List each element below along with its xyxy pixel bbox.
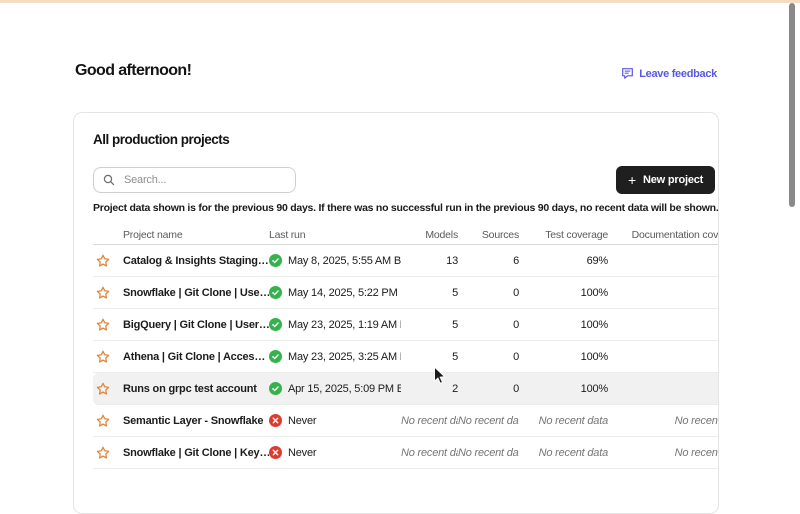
last-run-value: Never: [288, 447, 316, 459]
models-value: 13: [446, 255, 458, 267]
header-sources: Sources: [458, 229, 519, 241]
success-icon: [269, 350, 282, 363]
header-doc-coverage: Documentation coverage: [608, 229, 719, 241]
table-row[interactable]: Semantic Layer - Snowflake Never No rece…: [93, 405, 719, 437]
doc-coverage-value: No recent data: [675, 415, 719, 427]
header-models: Models: [401, 229, 458, 241]
header-project-name: Project name: [123, 229, 269, 241]
favorite-star-icon[interactable]: [96, 350, 110, 364]
sources-value: No recent data: [458, 447, 519, 459]
last-run-value: Never: [288, 415, 316, 427]
favorite-star-icon[interactable]: [96, 414, 110, 428]
table-body: Catalog & Insights Staging… May 8, 2025,…: [93, 245, 719, 469]
table-row[interactable]: Snowflake | Git Clone | Key… Never No re…: [93, 437, 719, 469]
project-link[interactable]: Snowflake | Git Clone | Use…: [123, 287, 269, 299]
table-row[interactable]: Runs on grpc test account Apr 15, 2025, …: [93, 373, 719, 405]
scrollbar-thumb[interactable]: [789, 3, 795, 207]
plus-icon: +: [628, 173, 636, 187]
top-accent-bar: [0, 0, 800, 3]
project-link[interactable]: Semantic Layer - Snowflake: [123, 415, 263, 427]
last-run-value: Apr 15, 2025, 5:09 PM BS: [288, 383, 401, 395]
feedback-icon: [621, 67, 634, 80]
leave-feedback-label: Leave feedback: [639, 68, 717, 80]
table-row[interactable]: Snowflake | Git Clone | Use… May 14, 202…: [93, 277, 719, 309]
models-value: No recent data: [401, 415, 458, 427]
sources-value: No recent data: [458, 415, 519, 427]
favorite-star-icon[interactable]: [96, 254, 110, 268]
test-coverage-value: 100%: [581, 383, 608, 395]
project-link[interactable]: Runs on grpc test account: [123, 383, 257, 395]
test-coverage-value: 100%: [581, 287, 608, 299]
error-icon: [269, 414, 282, 427]
success-icon: [269, 382, 282, 395]
project-link[interactable]: Catalog & Insights Staging…: [123, 255, 269, 267]
projects-panel: All production projects + New project Pr…: [73, 112, 719, 514]
panel-title: All production projects: [93, 132, 229, 147]
table-row[interactable]: Catalog & Insights Staging… May 8, 2025,…: [93, 245, 719, 277]
favorite-star-icon[interactable]: [96, 286, 110, 300]
favorite-star-icon[interactable]: [96, 446, 110, 460]
test-coverage-value: No recent data: [539, 415, 608, 427]
last-run-value: May 8, 2025, 5:55 AM BS: [288, 255, 401, 267]
new-project-button[interactable]: + New project: [616, 166, 715, 194]
header-test-coverage: Test coverage: [519, 229, 608, 241]
success-icon: [269, 318, 282, 331]
test-coverage-value: 100%: [581, 351, 608, 363]
test-coverage-value: 69%: [587, 255, 608, 267]
project-link[interactable]: BigQuery | Git Clone | User…: [123, 319, 269, 331]
success-icon: [269, 286, 282, 299]
last-run-value: May 23, 2025, 1:19 AM BS: [288, 319, 401, 331]
favorite-star-icon[interactable]: [96, 382, 110, 396]
table-row[interactable]: BigQuery | Git Clone | User… May 23, 202…: [93, 309, 719, 341]
error-icon: [269, 446, 282, 459]
search-input[interactable]: [122, 173, 286, 187]
table-row[interactable]: Athena | Git Clone | Acces… May 23, 2025…: [93, 341, 719, 373]
search-box[interactable]: [93, 167, 296, 193]
header-last-run: Last run: [269, 229, 401, 241]
new-project-label: New project: [643, 174, 703, 186]
favorite-star-icon[interactable]: [96, 318, 110, 332]
project-link[interactable]: Athena | Git Clone | Acces…: [123, 351, 265, 363]
projects-table: Project name Last run Models Sources Tes…: [93, 225, 719, 469]
search-icon: [103, 174, 115, 186]
last-run-value: May 23, 2025, 3:25 AM B: [288, 351, 401, 363]
table-header: Project name Last run Models Sources Tes…: [93, 225, 719, 245]
leave-feedback-link[interactable]: Leave feedback: [621, 67, 717, 80]
last-run-value: May 14, 2025, 5:22 PM BS: [288, 287, 401, 299]
test-coverage-value: No recent data: [539, 447, 608, 459]
test-coverage-value: 100%: [581, 319, 608, 331]
success-icon: [269, 254, 282, 267]
page-title: Good afternoon!: [75, 62, 191, 80]
doc-coverage-value: No recent data: [675, 447, 719, 459]
project-link[interactable]: Snowflake | Git Clone | Key…: [123, 447, 269, 459]
models-value: No recent data: [401, 447, 458, 459]
data-notice: Project data shown is for the previous 9…: [93, 202, 719, 214]
